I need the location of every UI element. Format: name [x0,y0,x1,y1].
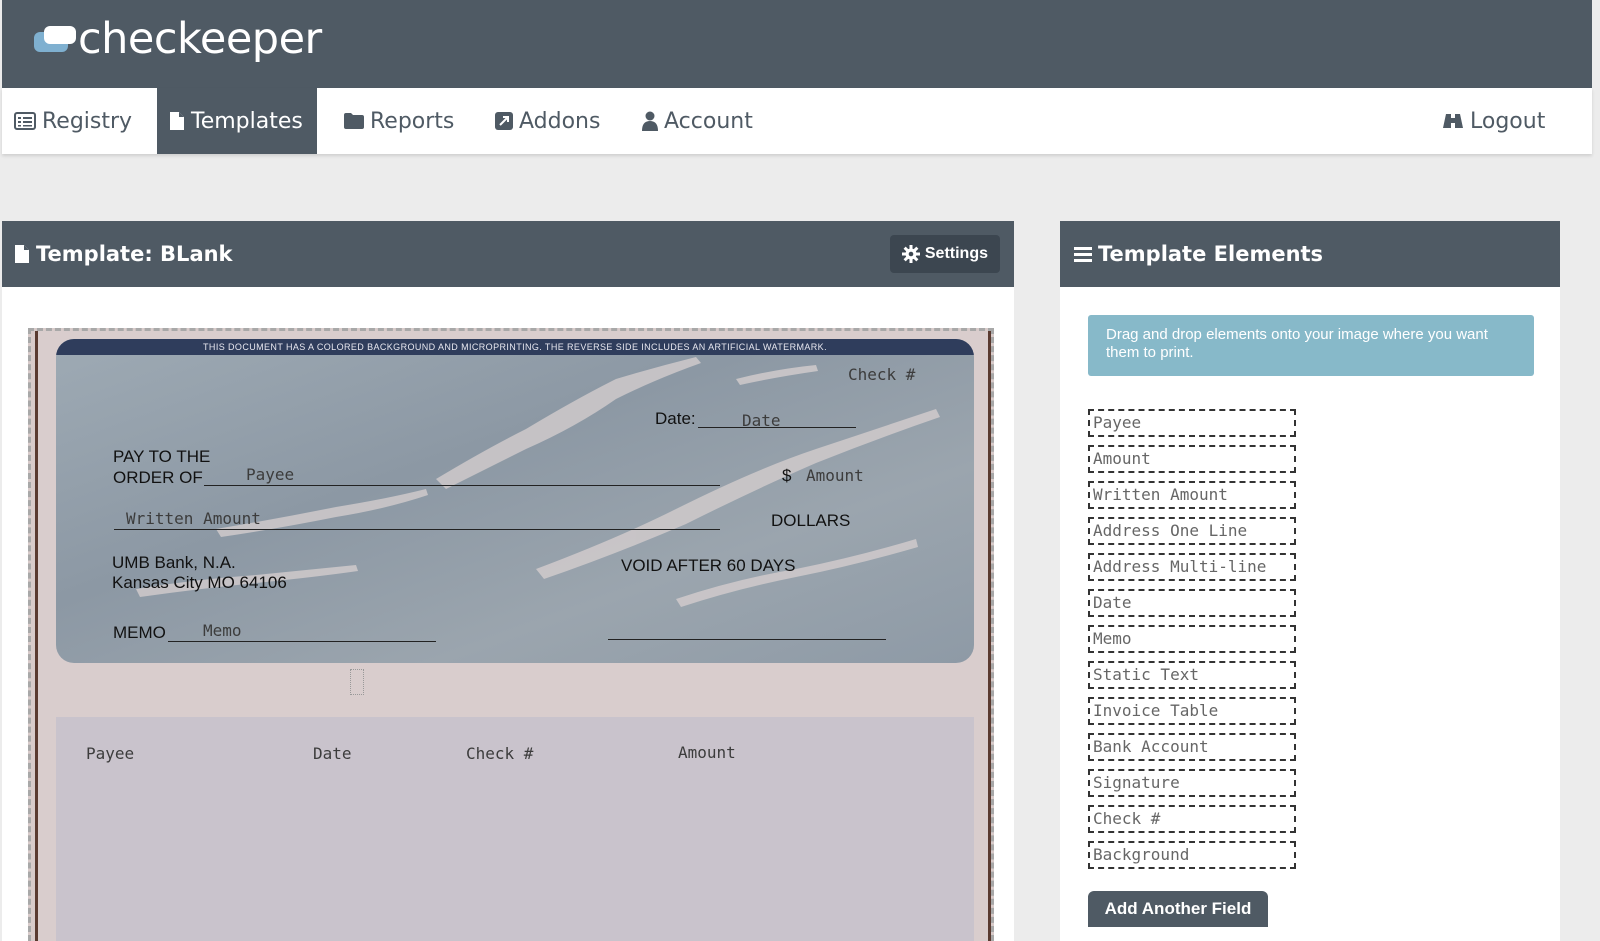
check-face: THIS DOCUMENT HAS A COLORED BACKGROUND A… [56,339,974,663]
written-amount-field[interactable]: Written Amount [126,509,261,528]
settings-button[interactable]: Settings [889,235,1000,273]
stub-check-number-field[interactable]: Check # [466,744,533,763]
add-another-field-button[interactable]: Add Another Field [1088,891,1268,927]
amount-field[interactable]: Amount [806,466,864,485]
payee-line [204,485,720,486]
binoculars-icon [1442,112,1464,130]
date-field[interactable]: Date [742,411,781,430]
nav-logout-label: Logout [1470,108,1546,134]
elements-title: Template Elements [1098,242,1324,266]
stub-amount-field[interactable]: Amount [678,743,736,762]
element-static-text[interactable]: Static Text [1088,661,1296,689]
nav-templates[interactable]: Templates [157,88,317,154]
list-icon [14,112,36,130]
folder-icon [344,113,364,129]
template-panel-header: Template: BLank Settings [2,221,1014,287]
file-icon [14,244,30,264]
file-icon [169,111,185,131]
bank-name: UMB Bank, N.A. [112,553,236,572]
date-label: Date: [655,409,696,428]
memo-field[interactable]: Memo [203,621,242,640]
nav-logout[interactable]: Logout [1442,88,1545,154]
nav-reports[interactable]: Reports [344,88,454,154]
payee-field[interactable]: Payee [246,465,294,484]
element-payee[interactable]: Payee [1088,409,1296,437]
nav-account-label: Account [664,108,753,134]
nav-templates-label: Templates [191,108,303,134]
signature-line [608,639,886,640]
nav-addons[interactable]: Addons [495,88,600,154]
external-link-icon [495,112,513,130]
element-memo[interactable]: Memo [1088,625,1296,653]
memo-label: MEMO [113,623,166,642]
checkeeper-logo[interactable]: checkeeper [32,14,322,64]
element-background[interactable]: Background [1088,841,1296,869]
logo-text: checkeeper [78,14,322,64]
user-icon [642,111,658,131]
element-signature[interactable]: Signature [1088,769,1296,797]
element-date[interactable]: Date [1088,589,1296,617]
logo-icon [32,24,76,54]
dollar-sign: $ [782,466,792,485]
element-amount[interactable]: Amount [1088,445,1296,473]
element-list: Payee Amount Written Amount Address One … [1088,409,1296,877]
bank-address: Kansas City MO 64106 [112,573,287,592]
marble-background [136,357,940,607]
check-number-field[interactable]: Check # [848,365,915,384]
written-amount-line [114,529,720,530]
security-banner: THIS DOCUMENT HAS A COLORED BACKGROUND A… [56,339,974,355]
resize-handle[interactable] [350,669,364,695]
stub-payee-field[interactable]: Payee [86,744,134,763]
nav-addons-label: Addons [519,108,601,134]
app-header: checkeeper [2,0,1592,88]
element-bank-account[interactable]: Bank Account [1088,733,1296,761]
check-image: THIS DOCUMENT HAS A COLORED BACKGROUND A… [35,331,991,941]
nav-registry[interactable]: Registry [14,88,132,154]
nav-registry-label: Registry [42,108,133,134]
main-nav: Registry Templates Reports Addons Accoun… [2,88,1592,154]
gear-icon [901,245,920,263]
drag-drop-info: Drag and drop elements onto your image w… [1088,315,1534,376]
stub-date-field[interactable]: Date [313,744,352,763]
dollars-label: DOLLARS [771,511,851,530]
template-title: Template: BLank [36,242,233,266]
nav-account[interactable]: Account [642,88,753,154]
bars-icon [1074,246,1092,262]
element-invoice-table[interactable]: Invoice Table [1088,697,1296,725]
settings-label: Settings [924,245,988,262]
elements-panel-header: Template Elements [1060,221,1560,287]
pay-to-label-line1: PAY TO THE [113,447,211,466]
pay-to-label-line2: ORDER OF [113,468,203,487]
element-written-amount[interactable]: Written Amount [1088,481,1296,509]
check-canvas[interactable]: THIS DOCUMENT HAS A COLORED BACKGROUND A… [28,328,994,941]
nav-reports-label: Reports [370,108,455,134]
element-address-multi-line[interactable]: Address Multi-line [1088,553,1296,581]
element-address-one-line[interactable]: Address One Line [1088,517,1296,545]
void-label: VOID AFTER 60 DAYS [621,556,796,575]
memo-line [168,641,436,642]
element-check-number[interactable]: Check # [1088,805,1296,833]
